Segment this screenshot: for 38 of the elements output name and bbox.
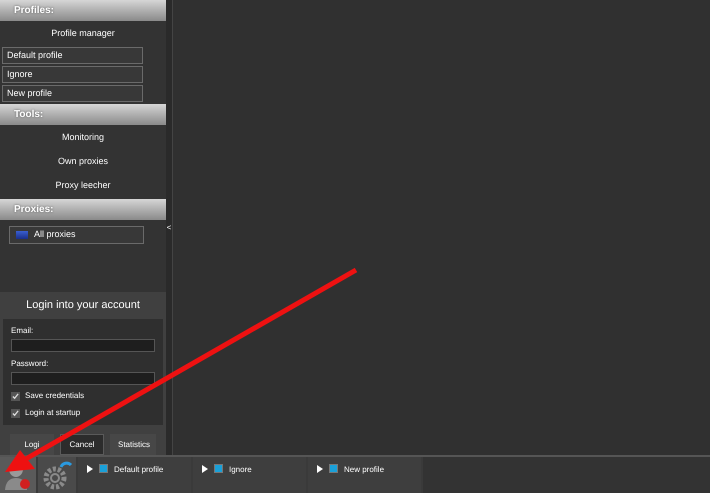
profile-square-icon <box>329 464 338 473</box>
profile-entry[interactable]: New profile <box>2 85 143 102</box>
tab-label: Ignore <box>229 464 252 476</box>
section-header: Proxies: <box>0 199 166 220</box>
sidebar-item[interactable]: Monitoring <box>0 126 166 150</box>
profile-tab[interactable]: Ignore <box>193 457 306 493</box>
section-header: Profiles: <box>0 0 166 21</box>
section-header: Tools: <box>0 104 166 125</box>
profile-entry[interactable]: Default profile <box>2 47 143 64</box>
login-title: Login into your account <box>25 298 141 314</box>
settings-button[interactable] <box>38 457 76 493</box>
flag-icon <box>16 231 28 239</box>
checkbox[interactable] <box>11 408 20 418</box>
sidebar-item[interactable]: Proxy leecher <box>0 174 166 198</box>
profile-square-icon <box>99 464 108 473</box>
tab-label: Default profile <box>114 464 164 476</box>
password-field[interactable] <box>11 372 155 385</box>
profile-tab[interactable]: New profile <box>308 457 421 493</box>
tab-label: New profile <box>344 464 384 476</box>
play-icon <box>87 465 93 473</box>
profile-entry[interactable]: Ignore <box>2 66 143 83</box>
password-label: Password: <box>11 358 50 370</box>
play-icon <box>317 465 323 473</box>
email-field[interactable] <box>11 339 155 352</box>
settings-icon <box>41 459 73 491</box>
collapse-handle[interactable]: < <box>166 224 172 232</box>
checkbox-label: Save credentials <box>25 390 84 402</box>
profile-tab[interactable]: Default profile <box>78 457 191 493</box>
sidebar-item[interactable]: Profile manager <box>0 22 166 46</box>
checkbox[interactable] <box>11 392 20 400</box>
login-panel-button[interactable]: Cancel <box>60 434 104 455</box>
checkbox-label: Login at startup <box>25 407 80 419</box>
proxy-list-entry[interactable]: All proxies <box>9 226 144 244</box>
play-icon <box>202 465 208 473</box>
login-panel-button[interactable]: Statistics <box>110 434 156 455</box>
profile-square-icon <box>214 464 223 473</box>
email-label: Email: <box>11 325 34 337</box>
sidebar-item[interactable]: Own proxies <box>0 150 166 174</box>
